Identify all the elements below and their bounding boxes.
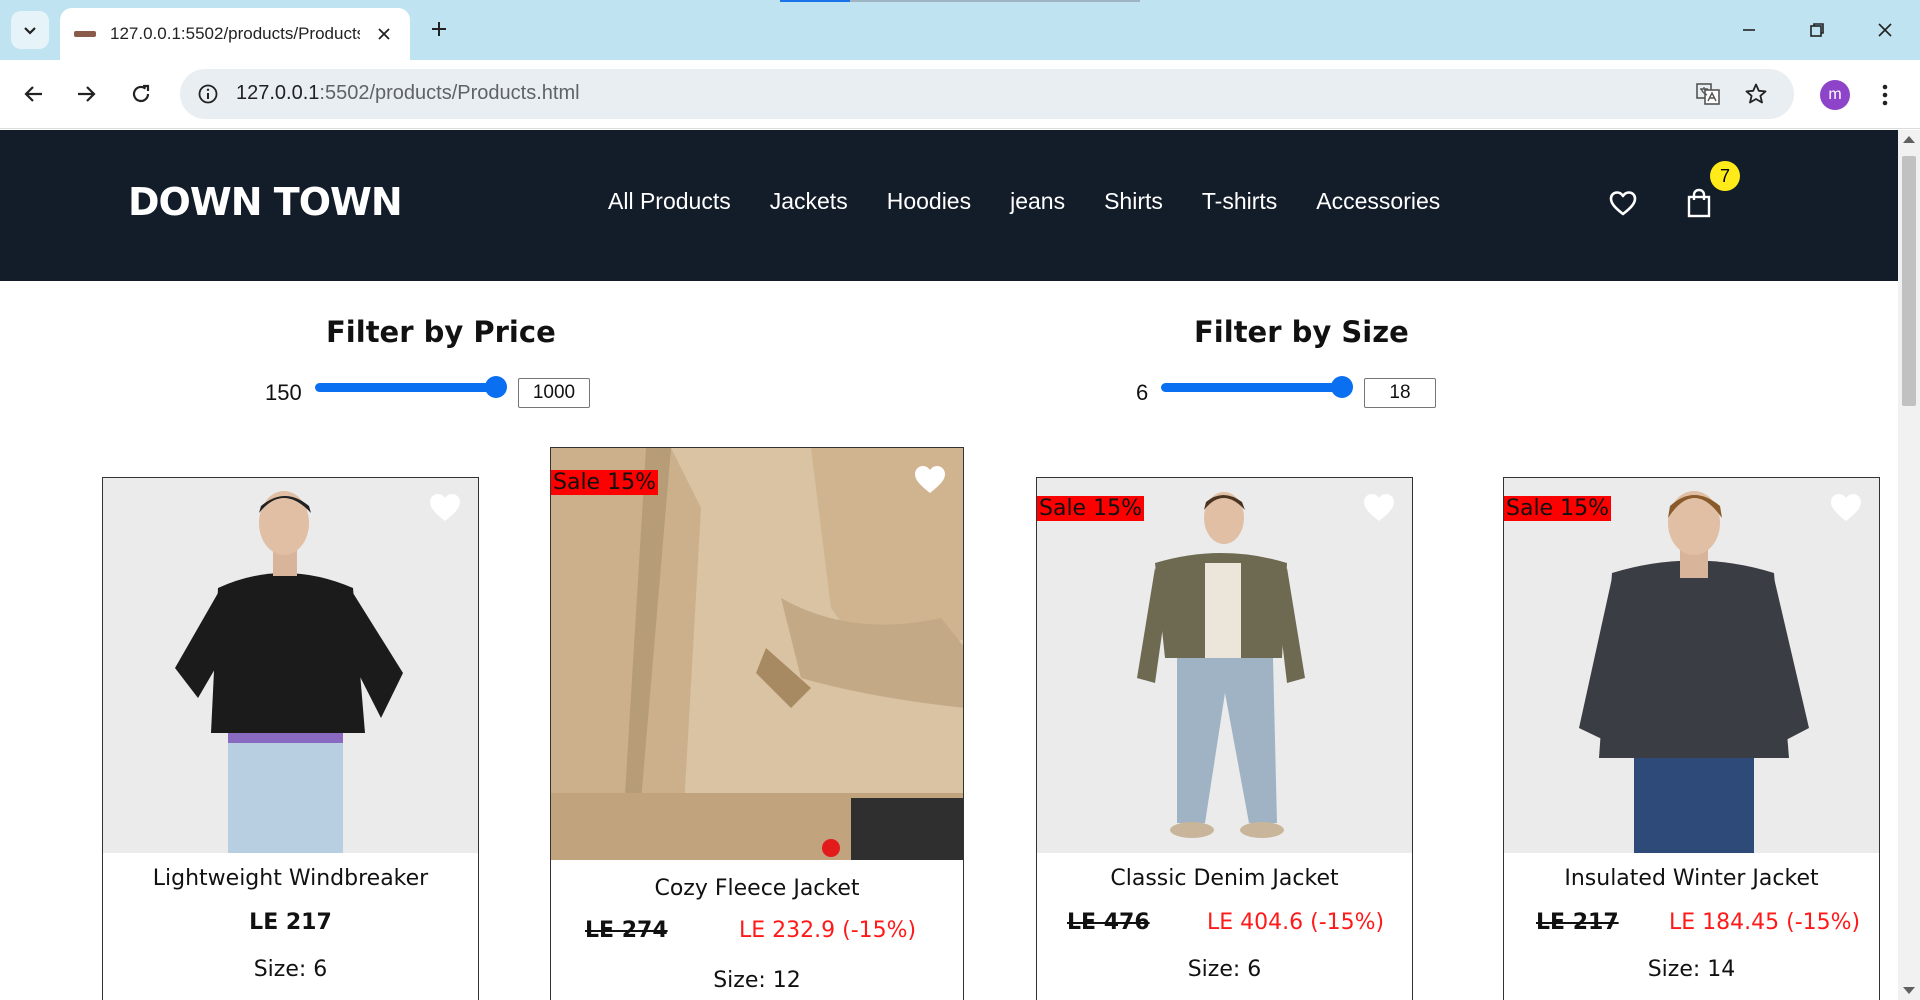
price-max-input[interactable]: 1000 xyxy=(518,378,590,408)
scroll-up-arrow-icon[interactable] xyxy=(1903,136,1915,143)
site-favicon-icon xyxy=(74,31,96,37)
price-filter-min: 150 xyxy=(265,380,302,405)
sale-badge: Sale 15% xyxy=(551,470,658,495)
product-sale-price: LE 184.45 (-15%) xyxy=(1669,910,1861,935)
forward-button[interactable] xyxy=(66,74,106,114)
product-photo-winter-jacket xyxy=(1504,478,1879,853)
product-image[interactable] xyxy=(551,448,963,860)
product-image[interactable] xyxy=(103,478,478,853)
browser-tab-strip: 127.0.0.1:5502/products/Products.html xyxy=(0,0,1920,60)
favorite-heart-icon[interactable] xyxy=(1362,492,1396,524)
product-photo-windbreaker xyxy=(103,478,478,853)
minimize-icon xyxy=(1743,29,1755,31)
browser-tab[interactable]: 127.0.0.1:5502/products/Products.html xyxy=(60,8,410,60)
arrow-right-icon xyxy=(78,86,96,102)
browser-menu-button[interactable] xyxy=(1870,78,1900,112)
browser-toolbar: 127.0.0.1:5502/products/Products.html m xyxy=(0,60,1920,129)
close-icon xyxy=(1878,23,1892,37)
size-filter-title: Filter by Size xyxy=(1194,315,1409,349)
nav-all-products[interactable]: All Products xyxy=(608,188,731,215)
product-size: Size: 6 xyxy=(1187,957,1262,982)
nav-hoodies[interactable]: Hoodies xyxy=(887,188,971,215)
restore-button[interactable] xyxy=(1794,12,1840,48)
size-filter-min: 6 xyxy=(1136,380,1149,405)
translate-icon[interactable] xyxy=(1694,80,1722,108)
tab-close-button[interactable] xyxy=(372,22,396,46)
product-photo-fleece-jacket xyxy=(551,448,963,860)
nav-jackets[interactable]: Jackets xyxy=(770,188,848,215)
product-old-price: LE 274 xyxy=(585,918,668,943)
product-sale-price: LE 404.6 (-15%) xyxy=(1207,910,1385,935)
scrollbar-thumb[interactable] xyxy=(1902,156,1916,406)
favorite-heart-icon[interactable] xyxy=(1829,492,1863,524)
product-size: Size: 12 xyxy=(713,968,801,993)
close-window-button[interactable] xyxy=(1862,12,1908,48)
site-info-icon[interactable] xyxy=(194,80,222,108)
product-card[interactable]: Sale 15% Cozy Fleece Jacket LE 274 LE 23… xyxy=(550,447,964,1000)
new-tab-button[interactable] xyxy=(424,14,454,44)
address-bar[interactable]: 127.0.0.1:5502/products/Products.html xyxy=(180,69,1794,119)
close-icon xyxy=(378,28,390,40)
tab-search-button[interactable] xyxy=(11,11,49,49)
main-nav: All Products Jackets Hoodies jeans Shirt… xyxy=(608,188,1440,215)
more-vertical-icon xyxy=(1882,84,1888,106)
product-image[interactable] xyxy=(1037,478,1412,853)
nav-t-shirts[interactable]: T-shirts xyxy=(1202,188,1277,215)
product-image[interactable] xyxy=(1504,478,1879,853)
size-max-input[interactable]: 18 xyxy=(1364,378,1436,408)
scroll-down-arrow-icon[interactable] xyxy=(1903,987,1915,994)
restore-icon xyxy=(1810,23,1824,37)
product-name: Insulated Winter Jacket xyxy=(1564,866,1819,891)
page-scrollbar[interactable] xyxy=(1898,130,1920,1000)
product-card[interactable]: Sale 15% Insulated Winter Jacket LE 217 … xyxy=(1503,477,1880,1000)
size-range-slider[interactable] xyxy=(1161,383,1351,392)
product-name: Cozy Fleece Jacket xyxy=(654,876,860,901)
plus-icon xyxy=(432,22,446,36)
chevron-down-icon xyxy=(24,27,36,35)
product-price: LE 217 xyxy=(249,910,332,935)
product-card[interactable]: Lightweight Windbreaker LE 217 Size: 6 xyxy=(102,477,479,1000)
cart-button[interactable] xyxy=(1681,185,1717,221)
product-old-price: LE 476 xyxy=(1067,910,1150,935)
product-name: Lightweight Windbreaker xyxy=(152,866,429,891)
shopping-bag-icon xyxy=(1687,188,1711,218)
product-sale-price: LE 232.9 (-15%) xyxy=(739,918,917,943)
sale-badge: Sale 15% xyxy=(1504,496,1611,521)
price-range-thumb[interactable] xyxy=(485,376,507,398)
size-range-thumb[interactable] xyxy=(1331,376,1353,398)
product-photo-denim-jacket xyxy=(1037,478,1412,853)
wishlist-button[interactable] xyxy=(1605,185,1641,221)
tab-title: 127.0.0.1:5502/products/Products.html xyxy=(110,24,360,43)
nav-shirts[interactable]: Shirts xyxy=(1104,188,1163,215)
loading-indicator xyxy=(780,0,1140,2)
bookmark-star-icon[interactable] xyxy=(1742,80,1770,108)
arrow-left-icon xyxy=(24,86,42,102)
price-filter-title: Filter by Price xyxy=(326,315,556,349)
site-header: DOWN TOWN All Products Jackets Hoodies j… xyxy=(0,130,1898,281)
profile-avatar[interactable]: m xyxy=(1820,80,1850,110)
back-button[interactable] xyxy=(14,74,54,114)
product-size: Size: 6 xyxy=(253,957,328,982)
nav-jeans[interactable]: jeans xyxy=(1010,188,1065,215)
favorite-heart-icon[interactable] xyxy=(913,464,947,496)
minimize-button[interactable] xyxy=(1726,12,1772,48)
product-size: Size: 14 xyxy=(1647,957,1736,982)
url-text[interactable]: 127.0.0.1:5502/products/Products.html xyxy=(236,82,580,105)
heart-outline-icon xyxy=(1609,191,1637,216)
site-logo[interactable]: DOWN TOWN xyxy=(128,180,403,224)
favorite-heart-icon[interactable] xyxy=(428,492,462,524)
reload-button[interactable] xyxy=(121,74,161,114)
price-range-slider[interactable] xyxy=(315,383,505,392)
page-viewport: DOWN TOWN All Products Jackets Hoodies j… xyxy=(0,130,1898,1000)
product-old-price: LE 217 xyxy=(1536,910,1619,935)
product-card[interactable]: Sale 15% Classic Denim Jacket LE 476 LE … xyxy=(1036,477,1413,1000)
cart-count-badge: 7 xyxy=(1710,161,1740,191)
nav-accessories[interactable]: Accessories xyxy=(1316,188,1440,215)
reload-icon xyxy=(132,84,150,103)
product-name: Classic Denim Jacket xyxy=(1110,866,1339,891)
sale-badge: Sale 15% xyxy=(1037,496,1144,521)
